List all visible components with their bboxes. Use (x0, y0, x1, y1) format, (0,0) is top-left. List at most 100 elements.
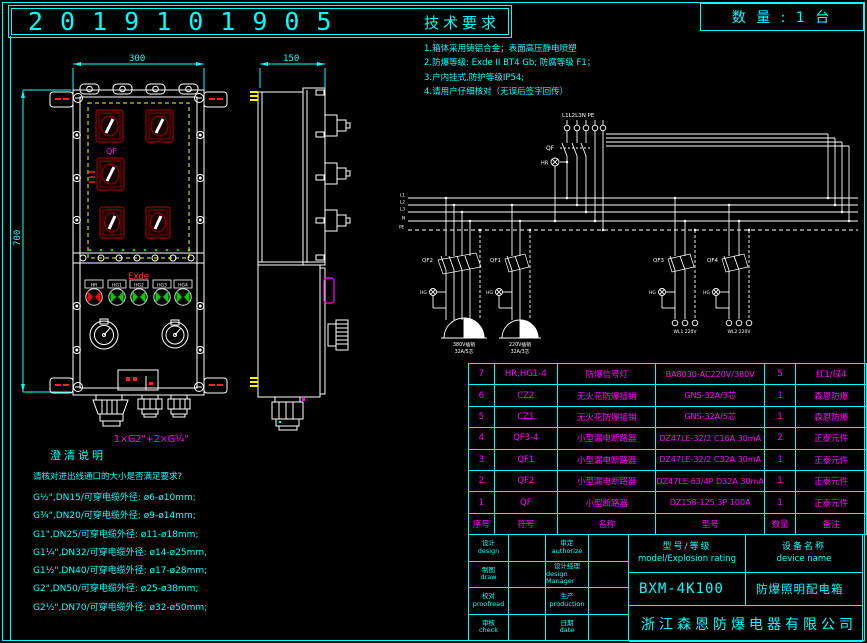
bom-cell: 正泰元件 (796, 428, 867, 449)
svg-text:150: 150 (283, 54, 299, 64)
door-corner-screws (74, 94, 204, 392)
side-body (258, 88, 325, 397)
pipe-spec-item: G2",DN50/可穿电缆外径: ø25-ø38mm; (33, 580, 273, 598)
title-block: 设计design 审定authorize 制图draw 设计经理design M… (468, 534, 863, 640)
svg-text:700: 700 (13, 230, 23, 246)
bom-cell: CZ1 (494, 406, 557, 427)
bom-cell: 正泰元件 (796, 470, 867, 491)
side-hinges (250, 92, 258, 386)
nameplate (118, 370, 158, 390)
load-label: WL2 220V (728, 329, 752, 335)
bom-cell: DZ47LE-63/4P D32A 30mA (656, 470, 764, 491)
svg-text:HG4: HG4 (178, 283, 188, 289)
bom-header-cell: 符号 (494, 513, 557, 534)
load-label: 380V插销 (453, 341, 475, 348)
flange-bolts (73, 131, 204, 353)
role-label: 设计经理design Manager (546, 562, 589, 589)
incoming-terminals (564, 120, 606, 131)
bom-cell: GNS-32A/3芯 (656, 385, 764, 406)
indicator-lamp-hg4: HG4 (174, 280, 192, 305)
bom-cell: 1 (764, 470, 795, 491)
bom-cell: DZ47LE-32/2 C16A 30mA (656, 428, 764, 449)
flange-gasket-dots (89, 249, 191, 252)
table-row: 5CZ1无火花防爆插销GNS-32A/5芯1森恩防爆 (469, 406, 867, 427)
tech-requirement-item: 3.户内挂式,防护等级IP54; (424, 71, 694, 85)
cable-gland-small (138, 395, 162, 417)
rotary-switch[interactable] (96, 110, 123, 142)
quantity-box: 数 量 : 1 台 (700, 3, 864, 31)
svg-text:HG1: HG1 (112, 283, 122, 289)
bom-cell: 7 (469, 364, 495, 385)
rotary-switch[interactable] (97, 158, 124, 190)
bom-cell: GNS-32A/5芯 (656, 406, 764, 427)
doc-number: 2019101905 (12, 7, 349, 36)
pipe-spec-item: G½",DN15/可穿电缆外径: ø6-ø10mm; (33, 489, 273, 507)
role-label: 审定authorize (546, 535, 589, 562)
cable-gland-small (168, 395, 190, 417)
load-label: 220V插销 (509, 341, 531, 348)
indicator-lamp-hg2: HG2 (130, 280, 148, 305)
side-socket-cover (328, 320, 348, 350)
role-value (589, 562, 629, 589)
panel-sockets (90, 319, 188, 349)
incoming-phase-label: L1L2L3N PE (562, 113, 595, 119)
role-label: 日期date (546, 615, 589, 642)
socket-cz2[interactable] (162, 320, 188, 348)
hg-label: HG (703, 290, 710, 296)
branch-qf4 (713, 205, 752, 326)
indicator-lamp-hg1: HG1 (108, 280, 126, 305)
wiring-schematic: L1L2L3N PE QF HR L1 L2 L3 N PE QF2 QF1 Q… (398, 86, 865, 362)
role-label: 校对proofread (469, 588, 509, 615)
exde-marking: Exde (128, 272, 149, 282)
load-label: 32A/5芯 (455, 348, 474, 355)
enclosure-body (50, 84, 227, 395)
title-block-roles: 设计design 审定authorize 制图draw 设计经理design M… (468, 534, 629, 641)
bom-table: 7HR,HG1-4防爆信号灯BA8030-AC220V/380V5红1/绿4 6… (468, 363, 867, 535)
branch-qf2 (430, 198, 488, 338)
bom-cell: 正泰元件 (796, 492, 867, 513)
front-dim-300: 300 (73, 54, 204, 90)
pipe-spec-item: G¾",DN20/可穿电缆外径: ø9-ø14mm; (33, 507, 273, 525)
bom-cell: 防爆信号灯 (557, 364, 656, 385)
pipe-notes-title: 澄清说明 (50, 447, 273, 463)
indicator-lamp-hg3: HG3 (153, 280, 171, 305)
rotary-switch[interactable] (100, 207, 124, 238)
front-view-drawing: 300 700 (10, 50, 260, 450)
side-bottom-gland (272, 397, 303, 430)
socket-cz1[interactable] (90, 319, 118, 349)
bom-header-row: 序号符号名称型号数量备注 (469, 513, 867, 534)
role-value (589, 615, 629, 642)
right-feed-routing (606, 134, 849, 221)
bom-cell: 红1/绿4 (796, 364, 867, 385)
pipe-spec-item: G2½",DN70/可穿电缆外径: ø32-ø50mm; (33, 599, 273, 617)
svg-text:HG3: HG3 (157, 283, 167, 289)
rotary-switch[interactable] (146, 110, 173, 142)
main-breaker-qf (560, 131, 603, 230)
bus-label-l3: L3 (400, 207, 405, 212)
side-teal-dot (279, 421, 281, 423)
bom-header-cell: 型号 (656, 513, 764, 534)
table-row: 4QF3-4小型漏电断路器DZ47LE-32/2 C16A 30mA2正泰元件 (469, 428, 867, 449)
bom-cell: 无火花防爆插销 (557, 406, 656, 427)
bom-cell: 小型漏电断路器 (557, 470, 656, 491)
bom-cell: 正泰元件 (796, 449, 867, 470)
bom-cell: 小型漏电断路器 (557, 449, 656, 470)
table-row: 1QF小型断路器DZ158-125 3P 100A1正泰元件 (469, 492, 867, 513)
bom-cell: 2 (764, 428, 795, 449)
svg-text:HR: HR (91, 283, 98, 289)
device-name-header: 设备名称 device name (746, 535, 862, 573)
rotary-switch[interactable] (146, 207, 170, 238)
branch-qf1 (496, 205, 542, 338)
load-label: 32A/3芯 (511, 348, 530, 355)
hg-label: HG (486, 290, 493, 296)
pipe-notes: 澄清说明 请核对进出线通口的大小是否满足要求? G½",DN15/可穿电缆外径:… (33, 447, 273, 617)
quantity-label: 数 量 : 1 台 (732, 7, 832, 27)
bom-header-cell: 数量 (764, 513, 795, 534)
qf-label: QF (546, 145, 555, 152)
bom-cell: QF1 (494, 449, 557, 470)
bom-cell: QF2 (494, 470, 557, 491)
bom-cell: 森恩防爆 (796, 406, 867, 427)
bom-cell: QF3-4 (494, 428, 557, 449)
hr-label: HR (541, 161, 549, 167)
bom-header-cell: 名称 (557, 513, 656, 534)
